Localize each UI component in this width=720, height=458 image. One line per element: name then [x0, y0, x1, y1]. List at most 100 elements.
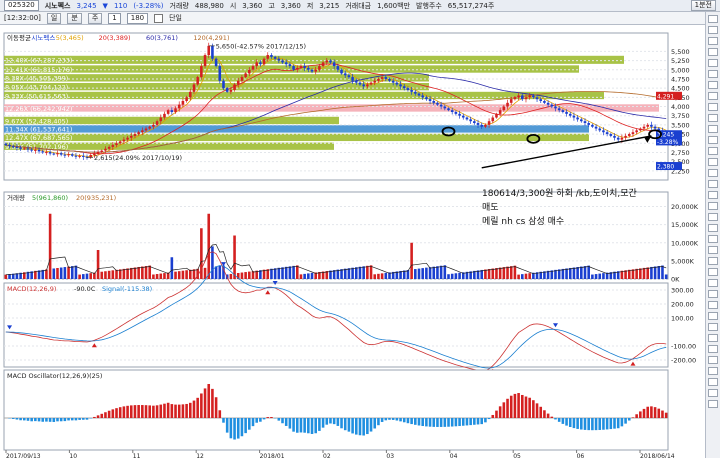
- oscillator-bar: [225, 418, 229, 433]
- candle-body: [358, 82, 362, 85]
- price-marker-label: 2,380: [657, 164, 674, 171]
- tool-button-14[interactable]: [708, 158, 718, 166]
- candle-body: [410, 89, 413, 92]
- oscillator-bar: [281, 418, 284, 424]
- oscillator-bar: [19, 418, 22, 421]
- period-week-button[interactable]: 주: [87, 12, 103, 24]
- candle-body: [188, 91, 192, 98]
- volume-bar: [67, 266, 70, 279]
- volume-bar: [59, 267, 63, 279]
- candle-body: [67, 154, 70, 156]
- mode-button[interactable]: 1분전: [690, 0, 716, 11]
- tool-button-3[interactable]: [708, 37, 718, 45]
- tool-button-29[interactable]: [708, 323, 718, 331]
- tool-button-30[interactable]: [708, 334, 718, 342]
- tool-button-8[interactable]: [708, 92, 718, 100]
- tool-button-13[interactable]: [708, 147, 718, 155]
- tool-button-31[interactable]: [708, 345, 718, 353]
- tool-button-35[interactable]: [708, 389, 718, 397]
- count-field[interactable]: 180: [126, 12, 149, 24]
- tool-button-25[interactable]: [708, 279, 718, 287]
- tool-button-11[interactable]: [708, 125, 718, 133]
- candle-body: [631, 132, 635, 135]
- tool-button-24[interactable]: [708, 268, 718, 276]
- candle-body: [163, 113, 166, 118]
- oscillator-bar: [351, 418, 354, 434]
- x-axis-date-label: 2018/01: [260, 453, 285, 458]
- x-axis-date-label: 2018/06/14: [640, 453, 675, 458]
- oscillator-bar: [248, 418, 251, 430]
- oscillator-bar: [417, 418, 421, 426]
- tool-button-6[interactable]: [708, 70, 718, 78]
- tool-button-23[interactable]: [708, 257, 718, 265]
- tool-button-15[interactable]: [708, 169, 718, 177]
- candle-body: [307, 67, 310, 70]
- tool-button-2[interactable]: [708, 26, 718, 34]
- oscillator-bar: [620, 418, 624, 427]
- oscillator-bar: [543, 410, 546, 418]
- band-label: 9.33X (50,615,563): [5, 92, 68, 100]
- oscillator-bar: [133, 405, 137, 418]
- period-minute-button[interactable]: 분: [67, 12, 82, 24]
- volume-tick-label: 20,000K: [671, 203, 699, 211]
- tool-button-19[interactable]: [708, 213, 718, 221]
- oscillator-bar: [295, 418, 299, 433]
- volume-bar: [240, 272, 244, 279]
- tool-button-18[interactable]: [708, 202, 718, 210]
- tool-button-7[interactable]: [708, 81, 718, 89]
- period-day-button[interactable]: 일: [46, 12, 62, 24]
- oscillator-bar: [646, 406, 650, 418]
- oscillator-bar: [443, 418, 447, 427]
- tool-button-33[interactable]: [708, 367, 718, 375]
- tool-button-16[interactable]: [708, 180, 718, 188]
- code-field[interactable]: 025320: [4, 0, 39, 11]
- oscillator-bar: [616, 418, 620, 429]
- volume-bar: [310, 272, 314, 279]
- tool-button-36[interactable]: [708, 400, 718, 408]
- volume-bar: [591, 274, 594, 279]
- tool-button-22[interactable]: [708, 246, 718, 254]
- volume-bar: [528, 273, 531, 279]
- volume-bar: [292, 265, 295, 279]
- oscillator-bar: [174, 404, 177, 418]
- oscillator-bar: [59, 418, 63, 422]
- candle-body: [476, 123, 480, 125]
- oscillator-bar: [657, 408, 661, 418]
- candle-body: [4, 143, 8, 146]
- oscillator-bar: [177, 404, 181, 418]
- tool-button-28[interactable]: [708, 312, 718, 320]
- tool-button-1[interactable]: [708, 15, 718, 23]
- tool-button-20[interactable]: [708, 224, 718, 232]
- candle-body: [170, 110, 174, 113]
- oscillator-bar: [624, 418, 627, 424]
- tool-button-4[interactable]: [708, 48, 718, 56]
- volume-bar: [565, 268, 568, 279]
- tool-button-5[interactable]: [708, 59, 718, 67]
- tool-button-9[interactable]: [708, 103, 718, 111]
- tool-button-10[interactable]: [708, 114, 718, 122]
- volume-bar: [148, 265, 152, 279]
- unit-field[interactable]: 1: [108, 12, 121, 24]
- candle-body: [388, 78, 391, 81]
- tool-button-32[interactable]: [708, 356, 718, 364]
- oscillator-bar: [653, 407, 657, 418]
- candle-body: [118, 141, 122, 144]
- chart-area[interactable]: 12.40X (67,287,233) 11.41X (61,815,176) 8.…: [0, 25, 705, 458]
- tool-button-26[interactable]: [708, 290, 718, 298]
- oscillator-bar: [602, 418, 605, 430]
- candle-body: [273, 56, 277, 59]
- oscillator-bar: [384, 418, 388, 421]
- tool-button-12[interactable]: [708, 136, 718, 144]
- tool-button-34[interactable]: [708, 378, 718, 386]
- x-axis-date-label: 04: [450, 453, 458, 458]
- single-checkbox[interactable]: [154, 13, 164, 23]
- candle-body: [107, 146, 111, 149]
- oscillator-bar: [303, 418, 306, 433]
- volume-bar: [104, 271, 107, 279]
- oscillator-bar: [594, 418, 598, 431]
- tool-button-27[interactable]: [708, 301, 718, 309]
- volume-bar: [133, 267, 137, 279]
- x-axis-date-label: 12: [196, 453, 204, 458]
- tool-button-21[interactable]: [708, 235, 718, 243]
- tool-button-17[interactable]: [708, 191, 718, 199]
